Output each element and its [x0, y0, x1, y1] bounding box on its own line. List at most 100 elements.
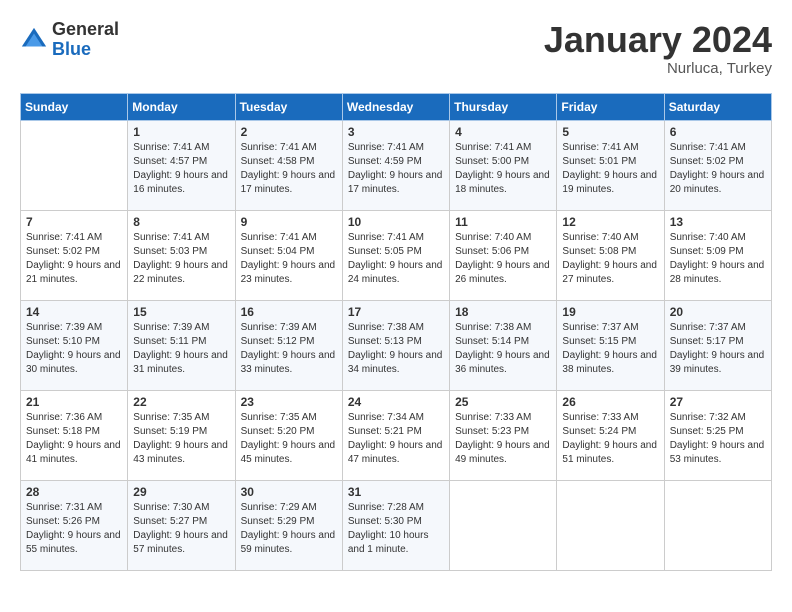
calendar-cell: 27 Sunrise: 7:32 AMSunset: 5:25 PMDaylig… — [664, 390, 771, 480]
title-block: January 2024 Nurluca, Turkey — [544, 20, 772, 77]
day-info: Sunrise: 7:33 AMSunset: 5:24 PMDaylight:… — [562, 412, 657, 465]
calendar-cell — [450, 480, 557, 570]
calendar-cell: 6 Sunrise: 7:41 AMSunset: 5:02 PMDayligh… — [664, 120, 771, 210]
calendar-cell: 30 Sunrise: 7:29 AMSunset: 5:29 PMDaylig… — [235, 480, 342, 570]
day-info: Sunrise: 7:39 AMSunset: 5:11 PMDaylight:… — [133, 322, 228, 375]
day-number: 30 — [241, 485, 337, 499]
day-number: 4 — [455, 125, 551, 139]
day-number: 8 — [133, 215, 229, 229]
calendar-cell: 9 Sunrise: 7:41 AMSunset: 5:04 PMDayligh… — [235, 210, 342, 300]
calendar-week-3: 14 Sunrise: 7:39 AMSunset: 5:10 PMDaylig… — [21, 300, 772, 390]
calendar-cell: 1 Sunrise: 7:41 AMSunset: 4:57 PMDayligh… — [128, 120, 235, 210]
day-info: Sunrise: 7:41 AMSunset: 5:03 PMDaylight:… — [133, 232, 228, 285]
calendar-cell: 5 Sunrise: 7:41 AMSunset: 5:01 PMDayligh… — [557, 120, 664, 210]
col-tuesday: Tuesday — [235, 93, 342, 120]
calendar-cell: 4 Sunrise: 7:41 AMSunset: 5:00 PMDayligh… — [450, 120, 557, 210]
calendar-cell: 7 Sunrise: 7:41 AMSunset: 5:02 PMDayligh… — [21, 210, 128, 300]
day-info: Sunrise: 7:41 AMSunset: 5:05 PMDaylight:… — [348, 232, 443, 285]
day-info: Sunrise: 7:40 AMSunset: 5:08 PMDaylight:… — [562, 232, 657, 285]
day-number: 19 — [562, 305, 658, 319]
calendar-cell: 24 Sunrise: 7:34 AMSunset: 5:21 PMDaylig… — [342, 390, 449, 480]
day-number: 16 — [241, 305, 337, 319]
col-sunday: Sunday — [21, 93, 128, 120]
day-number: 24 — [348, 395, 444, 409]
day-number: 18 — [455, 305, 551, 319]
calendar-cell: 25 Sunrise: 7:33 AMSunset: 5:23 PMDaylig… — [450, 390, 557, 480]
day-number: 2 — [241, 125, 337, 139]
day-number: 27 — [670, 395, 766, 409]
col-wednesday: Wednesday — [342, 93, 449, 120]
day-info: Sunrise: 7:37 AMSunset: 5:15 PMDaylight:… — [562, 322, 657, 375]
day-number: 26 — [562, 395, 658, 409]
logo-blue: Blue — [52, 40, 119, 60]
col-saturday: Saturday — [664, 93, 771, 120]
calendar-cell: 23 Sunrise: 7:35 AMSunset: 5:20 PMDaylig… — [235, 390, 342, 480]
logo-general: General — [52, 20, 119, 40]
calendar-cell: 17 Sunrise: 7:38 AMSunset: 5:13 PMDaylig… — [342, 300, 449, 390]
day-number: 23 — [241, 395, 337, 409]
day-number: 15 — [133, 305, 229, 319]
col-friday: Friday — [557, 93, 664, 120]
day-info: Sunrise: 7:40 AMSunset: 5:06 PMDaylight:… — [455, 232, 550, 285]
logo: General Blue — [20, 20, 119, 60]
day-number: 1 — [133, 125, 229, 139]
calendar-week-5: 28 Sunrise: 7:31 AMSunset: 5:26 PMDaylig… — [21, 480, 772, 570]
day-info: Sunrise: 7:41 AMSunset: 5:01 PMDaylight:… — [562, 142, 657, 195]
day-number: 12 — [562, 215, 658, 229]
day-info: Sunrise: 7:38 AMSunset: 5:13 PMDaylight:… — [348, 322, 443, 375]
day-number: 29 — [133, 485, 229, 499]
calendar-cell: 11 Sunrise: 7:40 AMSunset: 5:06 PMDaylig… — [450, 210, 557, 300]
header-row: Sunday Monday Tuesday Wednesday Thursday… — [21, 93, 772, 120]
calendar-cell — [664, 480, 771, 570]
calendar-cell: 15 Sunrise: 7:39 AMSunset: 5:11 PMDaylig… — [128, 300, 235, 390]
day-info: Sunrise: 7:41 AMSunset: 4:57 PMDaylight:… — [133, 142, 228, 195]
day-number: 10 — [348, 215, 444, 229]
logo-icon — [20, 26, 48, 54]
calendar-cell: 31 Sunrise: 7:28 AMSunset: 5:30 PMDaylig… — [342, 480, 449, 570]
day-info: Sunrise: 7:35 AMSunset: 5:20 PMDaylight:… — [241, 412, 336, 465]
calendar-cell — [557, 480, 664, 570]
day-number: 7 — [26, 215, 122, 229]
day-info: Sunrise: 7:40 AMSunset: 5:09 PMDaylight:… — [670, 232, 765, 285]
day-info: Sunrise: 7:41 AMSunset: 5:00 PMDaylight:… — [455, 142, 550, 195]
day-number: 6 — [670, 125, 766, 139]
col-thursday: Thursday — [450, 93, 557, 120]
day-info: Sunrise: 7:37 AMSunset: 5:17 PMDaylight:… — [670, 322, 765, 375]
day-number: 11 — [455, 215, 551, 229]
day-info: Sunrise: 7:39 AMSunset: 5:10 PMDaylight:… — [26, 322, 121, 375]
day-info: Sunrise: 7:41 AMSunset: 5:02 PMDaylight:… — [26, 232, 121, 285]
day-info: Sunrise: 7:30 AMSunset: 5:27 PMDaylight:… — [133, 502, 228, 555]
day-number: 14 — [26, 305, 122, 319]
calendar-cell: 14 Sunrise: 7:39 AMSunset: 5:10 PMDaylig… — [21, 300, 128, 390]
day-number: 28 — [26, 485, 122, 499]
day-number: 5 — [562, 125, 658, 139]
day-info: Sunrise: 7:28 AMSunset: 5:30 PMDaylight:… — [348, 502, 429, 555]
day-number: 13 — [670, 215, 766, 229]
calendar-cell: 2 Sunrise: 7:41 AMSunset: 4:58 PMDayligh… — [235, 120, 342, 210]
day-number: 31 — [348, 485, 444, 499]
day-info: Sunrise: 7:41 AMSunset: 5:04 PMDaylight:… — [241, 232, 336, 285]
day-info: Sunrise: 7:36 AMSunset: 5:18 PMDaylight:… — [26, 412, 121, 465]
calendar-cell: 26 Sunrise: 7:33 AMSunset: 5:24 PMDaylig… — [557, 390, 664, 480]
day-info: Sunrise: 7:33 AMSunset: 5:23 PMDaylight:… — [455, 412, 550, 465]
calendar-cell: 21 Sunrise: 7:36 AMSunset: 5:18 PMDaylig… — [21, 390, 128, 480]
calendar-cell: 3 Sunrise: 7:41 AMSunset: 4:59 PMDayligh… — [342, 120, 449, 210]
calendar-cell: 22 Sunrise: 7:35 AMSunset: 5:19 PMDaylig… — [128, 390, 235, 480]
month-title: January 2024 — [544, 20, 772, 60]
day-info: Sunrise: 7:41 AMSunset: 5:02 PMDaylight:… — [670, 142, 765, 195]
day-number: 3 — [348, 125, 444, 139]
calendar-cell — [21, 120, 128, 210]
calendar-week-4: 21 Sunrise: 7:36 AMSunset: 5:18 PMDaylig… — [21, 390, 772, 480]
day-info: Sunrise: 7:41 AMSunset: 4:59 PMDaylight:… — [348, 142, 443, 195]
calendar-cell: 20 Sunrise: 7:37 AMSunset: 5:17 PMDaylig… — [664, 300, 771, 390]
day-info: Sunrise: 7:35 AMSunset: 5:19 PMDaylight:… — [133, 412, 228, 465]
logo-text: General Blue — [52, 20, 119, 60]
calendar-week-2: 7 Sunrise: 7:41 AMSunset: 5:02 PMDayligh… — [21, 210, 772, 300]
day-number: 17 — [348, 305, 444, 319]
day-info: Sunrise: 7:32 AMSunset: 5:25 PMDaylight:… — [670, 412, 765, 465]
day-number: 21 — [26, 395, 122, 409]
calendar-cell: 18 Sunrise: 7:38 AMSunset: 5:14 PMDaylig… — [450, 300, 557, 390]
calendar-cell: 19 Sunrise: 7:37 AMSunset: 5:15 PMDaylig… — [557, 300, 664, 390]
page-header: General Blue January 2024 Nurluca, Turke… — [20, 20, 772, 77]
calendar-cell: 16 Sunrise: 7:39 AMSunset: 5:12 PMDaylig… — [235, 300, 342, 390]
